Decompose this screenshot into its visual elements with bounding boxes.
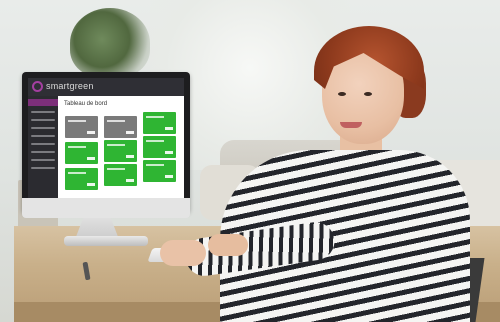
sidebar-item[interactable] <box>31 151 55 153</box>
sidebar-item[interactable] <box>31 119 55 121</box>
monitor-chin <box>22 198 190 218</box>
dashboard-tile[interactable] <box>143 136 176 158</box>
dashboard-tile[interactable] <box>104 140 137 162</box>
sidebar-item-active[interactable] <box>28 99 58 106</box>
sidebar-item[interactable] <box>31 167 55 169</box>
smartgreen-logo-icon <box>32 81 43 92</box>
sidebar-item[interactable] <box>31 111 55 113</box>
background-plant <box>70 8 150 78</box>
page-title: Tableau de bord <box>64 101 108 107</box>
dashboard-tile[interactable] <box>143 160 176 182</box>
dashboard-tile[interactable] <box>65 116 98 138</box>
sidebar-item[interactable] <box>31 143 55 145</box>
woman-hand-right <box>208 234 248 256</box>
woman-eye-right <box>364 92 372 96</box>
office-photo-scene: smartgreen Tableau de bord <box>0 0 500 322</box>
dashboard-tile[interactable] <box>104 116 137 138</box>
sidebar-item[interactable] <box>31 159 55 161</box>
woman-hand-left <box>160 240 206 266</box>
sidebar-item[interactable] <box>31 127 55 129</box>
dashboard-tile[interactable] <box>65 142 98 164</box>
monitor-base <box>64 236 148 246</box>
dashboard-tile[interactable] <box>65 168 98 190</box>
dashboard-tile[interactable] <box>143 112 176 134</box>
woman-eye-left <box>338 92 346 96</box>
app-brand: smartgreen <box>46 81 94 91</box>
woman-smile <box>340 122 362 128</box>
sidebar-item[interactable] <box>31 135 55 137</box>
dashboard-tile[interactable] <box>104 164 137 186</box>
